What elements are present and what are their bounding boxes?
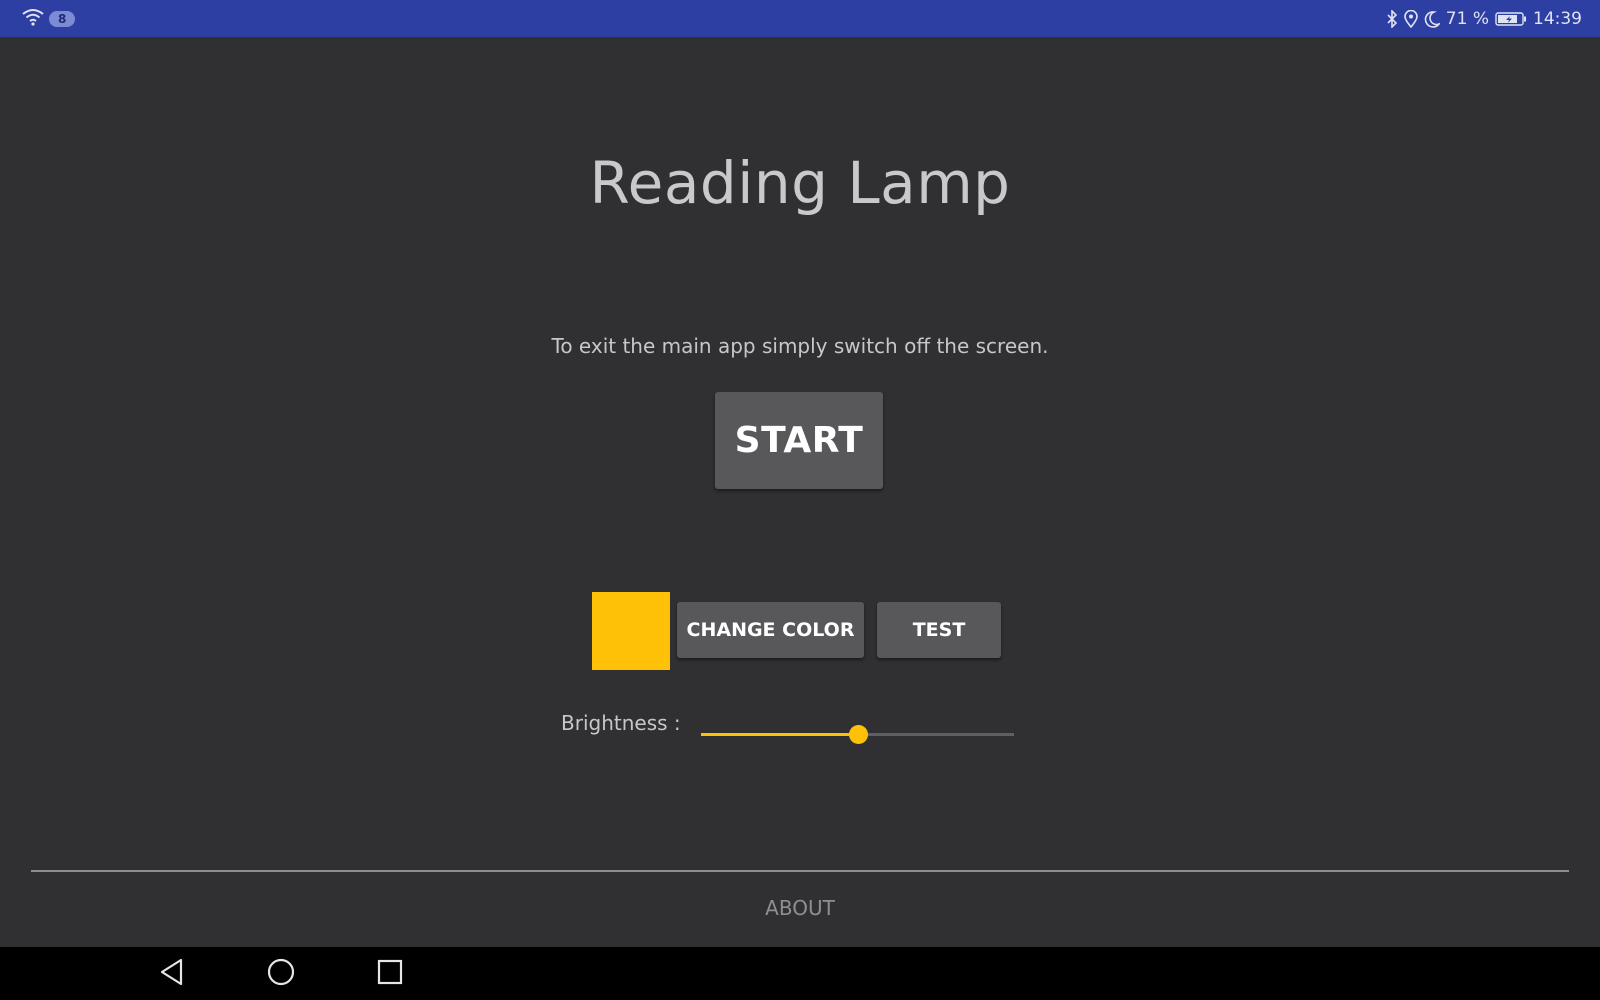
start-button[interactable]: START	[715, 392, 883, 489]
location-icon	[1403, 9, 1418, 28]
brightness-slider[interactable]	[701, 723, 1014, 747]
do-not-disturb-moon-icon	[1424, 10, 1440, 28]
status-bar: 8 71 % 14:39	[0, 0, 1600, 37]
brightness-slider-thumb[interactable]	[848, 725, 868, 744]
color-swatch	[592, 592, 670, 670]
home-button[interactable]	[259, 953, 303, 995]
battery-percent-text: 71 %	[1445, 8, 1489, 29]
test-button[interactable]: TEST	[877, 602, 1001, 658]
recents-icon	[377, 959, 403, 989]
status-bar-left: 8	[22, 0, 76, 37]
status-bar-right: 71 % 14:39	[1386, 0, 1582, 37]
recents-button[interactable]	[368, 953, 412, 995]
brightness-slider-fill	[701, 733, 858, 736]
app-screen: Reading Lamp To exit the main app simply…	[0, 37, 1600, 947]
brightness-label: Brightness :	[561, 711, 681, 735]
divider	[31, 870, 1569, 872]
clock-time: 14:39	[1533, 8, 1582, 29]
page-title: Reading Lamp	[589, 149, 1011, 217]
battery-charging-icon	[1495, 11, 1527, 27]
bluetooth-icon	[1386, 9, 1398, 28]
exit-hint-text: To exit the main app simply switch off t…	[551, 334, 1049, 358]
back-button[interactable]	[150, 953, 194, 995]
back-icon	[159, 958, 185, 990]
change-color-button[interactable]: CHANGE COLOR	[677, 602, 864, 658]
wifi-icon	[22, 8, 44, 30]
notification-count-badge: 8	[49, 10, 76, 27]
navigation-bar	[0, 947, 1600, 1000]
about-link[interactable]: ABOUT	[0, 896, 1600, 920]
home-icon	[267, 958, 295, 990]
